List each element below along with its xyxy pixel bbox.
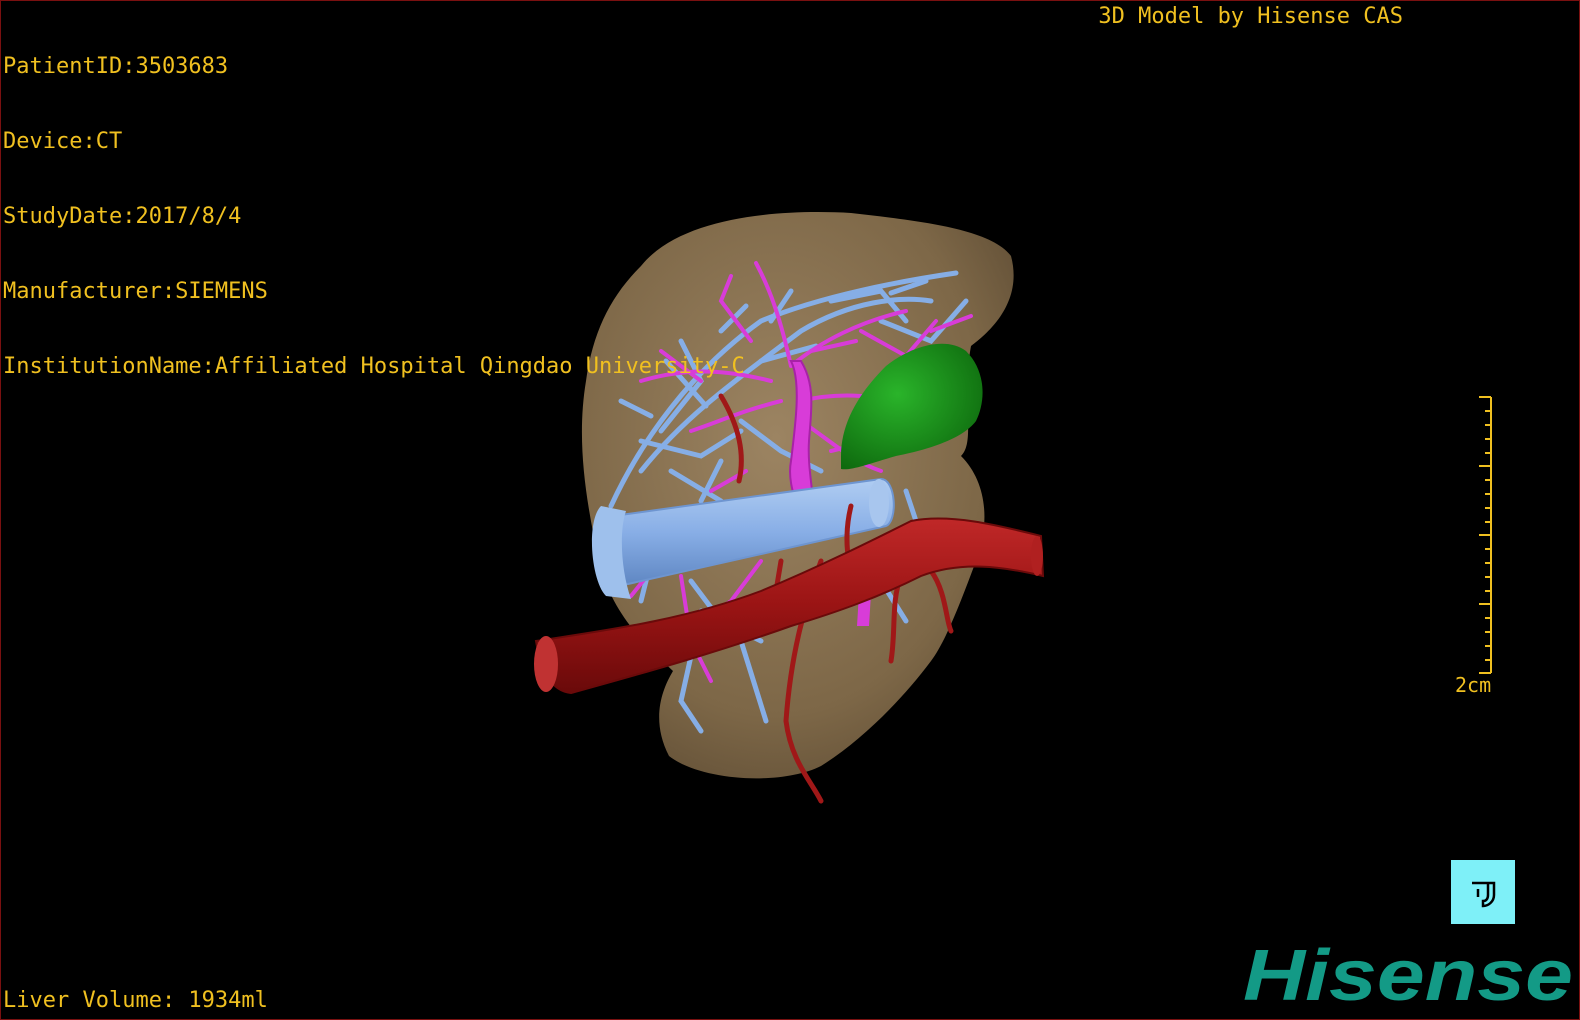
orientation-cube-icon (1472, 881, 1496, 908)
model-credit-text: 3D Model by Hisense CAS (1098, 4, 1403, 29)
liver-volume-text: Liver Volume: 1934ml (3, 988, 268, 1013)
study-date-text: StudyDate:2017/8/4 (3, 204, 242, 229)
3d-viewport[interactable]: PatientID:3503683 Device:CT StudyDate:20… (0, 0, 1580, 1020)
patient-id-text: PatientID:3503683 (3, 54, 229, 79)
hisense-logo: Hisense (1243, 936, 1573, 1016)
scale-bar-label: 2cm (1455, 673, 1492, 697)
manufacturer-text: Manufacturer:SIEMENS (3, 279, 268, 304)
aorta-end (534, 636, 558, 692)
study-info-overlay: PatientID:3503683 Device:CT StudyDate:20… (3, 4, 745, 429)
svg-text:Hisense: Hisense (1243, 936, 1573, 1016)
scale-bar (1479, 396, 1492, 674)
orientation-button[interactable] (1451, 860, 1515, 924)
device-text: Device:CT (3, 129, 123, 154)
institution-text: InstitutionName:Affiliated Hospital Qing… (3, 354, 745, 379)
